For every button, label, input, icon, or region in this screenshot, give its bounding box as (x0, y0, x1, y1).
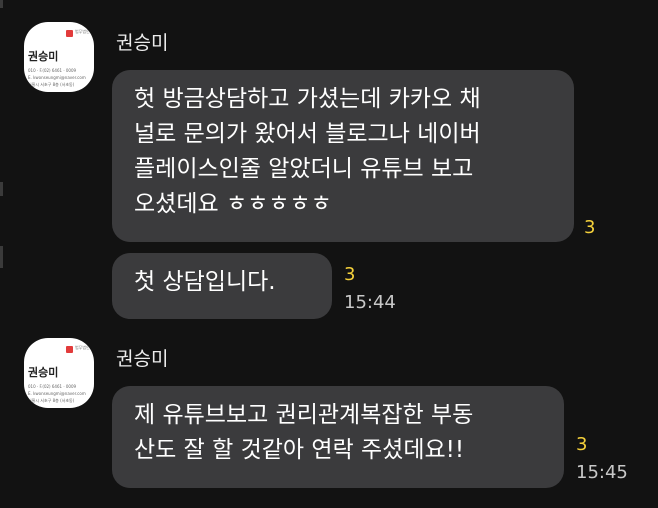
card-line: 서울시 서초구 8층 (서초동) (28, 82, 75, 87)
card-line: 서울시 서초구 8층 (서초동) (28, 398, 75, 403)
card-line: 010 · F.(02) 6461 · 0009 (28, 68, 77, 73)
card-brand: 법무법인 (75, 345, 90, 350)
message-line: 산도 잘 할 것같아 연락 주셨데요!! (134, 437, 465, 463)
message-line: 오셨데요 ㅎㅎㅎㅎㅎ (134, 191, 332, 217)
message-line: 헛 방금상담하고 가셨는데 카카오 채 (134, 86, 481, 112)
message-time: 15:45 (576, 462, 628, 483)
card-name: 권승미 (28, 50, 59, 63)
message-bubble[interactable]: 헛 방금상담하고 가셨는데 카카오 채 널로 문의가 왔어서 블로그나 네이버 … (112, 70, 574, 242)
message-line: 제 유튜브보고 권리관계복잡한 부동 (134, 402, 474, 428)
unread-count: 3 (584, 217, 596, 238)
card-line: E. kwonseungmi@naver.com (28, 75, 86, 80)
message-bubble[interactable]: 첫 상담입니다. (112, 253, 332, 319)
avatar[interactable]: 법무법인 권승미 010 · F.(02) 6461 · 0009 E. kwo… (24, 338, 94, 408)
message-bubble[interactable]: 제 유튜브보고 권리관계복잡한 부동 산도 잘 할 것같아 연락 주셨데요!! (112, 386, 564, 488)
sender-name: 권승미 (116, 348, 169, 370)
avatar[interactable]: 법무법인 권승미 010 · F.(02) 6461 · 0009 E. kwo… (24, 22, 94, 92)
message-time: 15:44 (344, 292, 396, 313)
unread-count: 3 (344, 264, 356, 285)
card-name: 권승미 (28, 366, 59, 379)
window-edge-mark (0, 182, 3, 196)
logo-seal-icon (66, 346, 73, 353)
message-line: 널로 문의가 왔어서 블로그나 네이버 (134, 121, 481, 147)
window-edge-mark (0, 246, 3, 268)
card-line: 010 · F.(02) 6461 · 0009 (28, 384, 77, 389)
window-edge-mark (0, 0, 3, 8)
sender-name: 권승미 (116, 32, 169, 54)
unread-count: 3 (576, 434, 588, 455)
card-brand: 법무법인 (75, 29, 90, 34)
message-line: 플레이스인줄 알았더니 유튜브 보고 (134, 156, 474, 182)
card-line: E. kwonseungmi@naver.com (28, 391, 86, 396)
logo-seal-icon (66, 30, 73, 37)
message-line: 첫 상담입니다. (134, 269, 276, 295)
